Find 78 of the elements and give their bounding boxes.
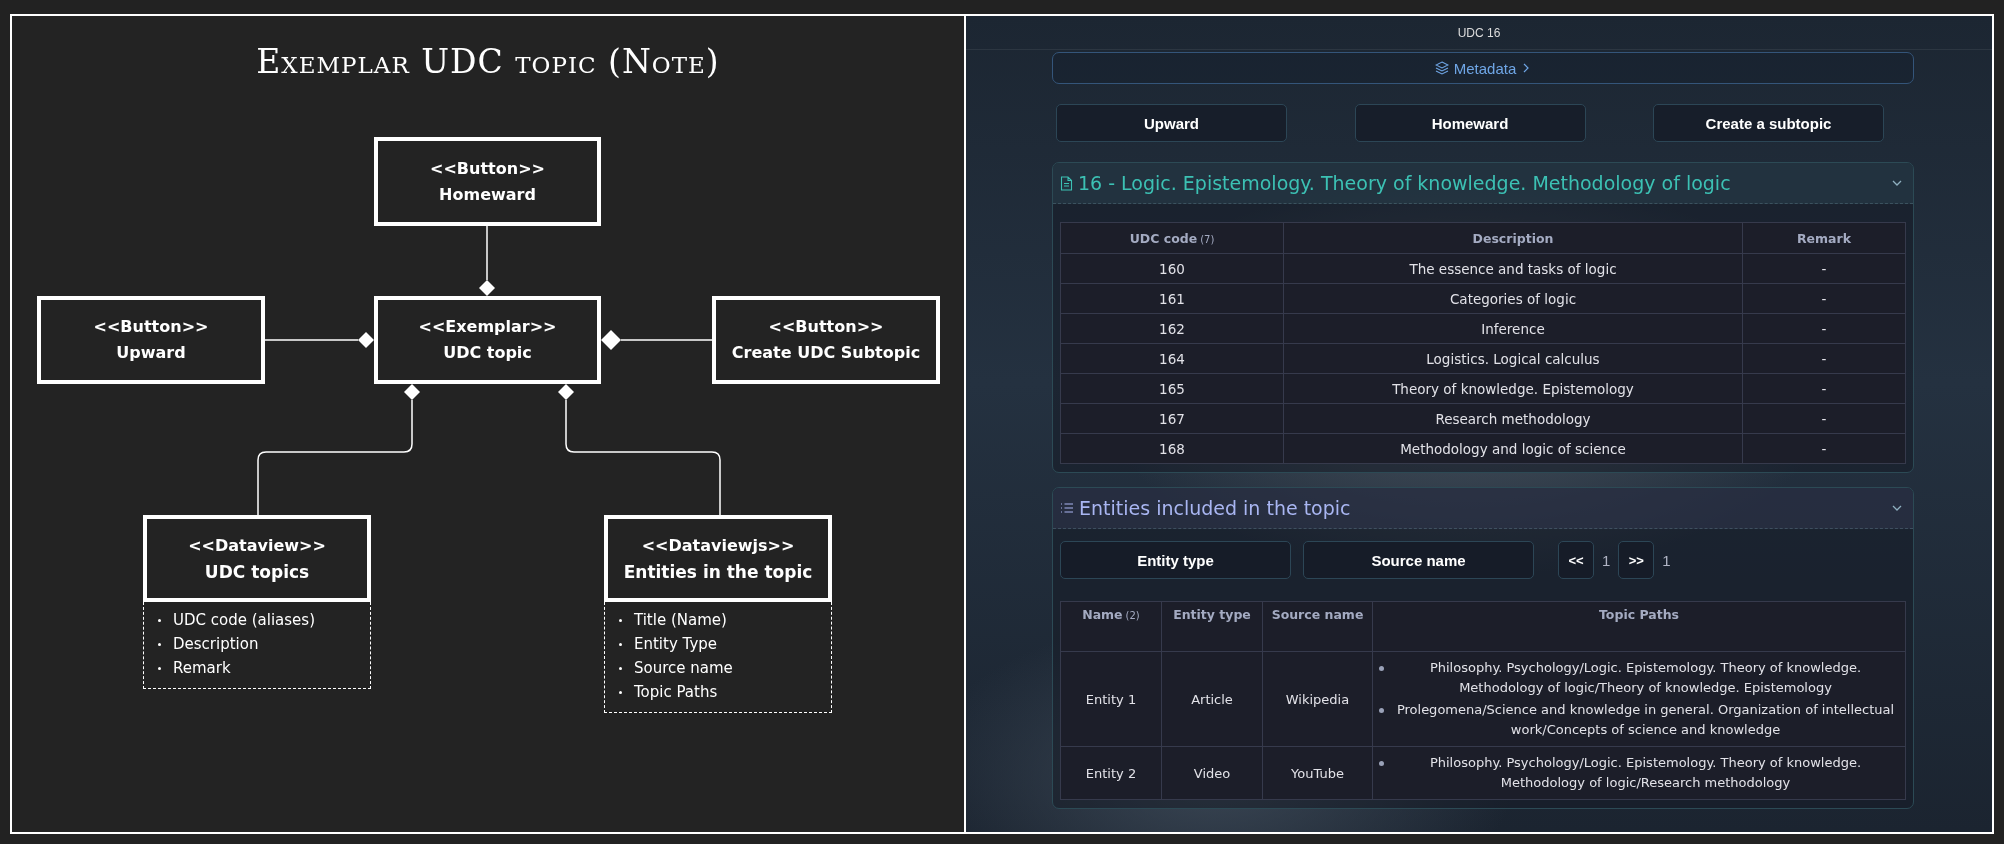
section-title: 16 - Logic. Epistemology. Theory of knowledge. Methodology of logic bbox=[1078, 172, 1732, 194]
table-cell: Video bbox=[1161, 746, 1263, 800]
note-title: UDC 16 bbox=[1457, 25, 1501, 40]
table-cell: 165 bbox=[1060, 373, 1284, 404]
table-cell: Logistics. Logical calculus bbox=[1283, 343, 1743, 374]
topic-path: Philosophy. Psychology/Logic. Epistemology. Theory of knowledge. Methodology of logic/Theory of knowledge. Epistemology bbox=[1428, 659, 1863, 697]
bullet-icon bbox=[619, 618, 622, 622]
column-header: UDC code (7) bbox=[1060, 222, 1284, 254]
column-header: Entity type bbox=[1161, 601, 1263, 652]
table-cell: - bbox=[1742, 433, 1906, 464]
column-header: Remark bbox=[1742, 222, 1906, 254]
column-header: Name (2) bbox=[1060, 601, 1162, 652]
section-title: Entities included in the topic bbox=[1079, 497, 1352, 519]
table-cell: - bbox=[1742, 403, 1906, 434]
table-cell: The essence and tasks of logic bbox=[1283, 253, 1743, 284]
bullet-icon bbox=[1379, 761, 1384, 766]
column-header: Description bbox=[1283, 222, 1743, 254]
field-name: Source name bbox=[634, 658, 733, 679]
bullet-icon bbox=[158, 666, 161, 670]
table-cell: Article bbox=[1161, 651, 1263, 747]
table-cell: - bbox=[1742, 343, 1906, 374]
table-cell: Theory of knowledge. Epistemology bbox=[1283, 373, 1743, 404]
bullet-icon bbox=[619, 642, 622, 646]
nav-button[interactable]: Homeward bbox=[1354, 104, 1586, 142]
field-name: Entity Type bbox=[634, 634, 717, 655]
field-name: Title (Name) bbox=[634, 610, 727, 631]
diagram-title: Exemplar UDC topic (Note) bbox=[256, 42, 720, 81]
nav-button[interactable]: Upward bbox=[1056, 104, 1287, 142]
field-name: Topic Paths bbox=[634, 682, 718, 703]
next-page-button[interactable]: >> bbox=[1618, 541, 1655, 579]
table-cell: 162 bbox=[1060, 313, 1284, 344]
table-cell: YouTube bbox=[1262, 746, 1373, 800]
bullet-icon bbox=[619, 666, 622, 670]
button-class-box: <<Button>> Homeward bbox=[374, 137, 601, 226]
dataview-class-box: <<Dataviewjs>> Entities in the topic bbox=[604, 515, 832, 602]
table-cell: - bbox=[1742, 313, 1906, 344]
column-header: Topic Paths bbox=[1372, 601, 1906, 652]
table-cell: 167 bbox=[1060, 403, 1284, 434]
table-cell: Categories of logic bbox=[1283, 283, 1743, 314]
exemplar-class-box: <<Exemplar>> UDC topic bbox=[374, 296, 601, 384]
table-cell: - bbox=[1742, 283, 1906, 314]
table-cell: 161 bbox=[1060, 283, 1284, 314]
table-cell: Entity 1 bbox=[1060, 651, 1162, 747]
table-cell: Research methodology bbox=[1283, 403, 1743, 434]
bullet-icon bbox=[158, 618, 161, 622]
button-class-box: <<Button>> Create UDC Subtopic bbox=[712, 296, 940, 384]
metadata-toggle[interactable]: Metadata bbox=[1052, 52, 1914, 84]
column-header: Source name bbox=[1262, 601, 1373, 652]
table-cell: 164 bbox=[1060, 343, 1284, 374]
filter-button[interactable]: Source name bbox=[1303, 541, 1534, 579]
table-cell: Methodology and logic of science bbox=[1283, 433, 1743, 464]
field-name: UDC code (aliases) bbox=[173, 610, 315, 631]
list-icon bbox=[1060, 502, 1074, 514]
table-cell: - bbox=[1742, 373, 1906, 404]
topic-path: Prolegomena/Science and knowledge in general. Organization of intellectual work/Concepts of science and knowledge bbox=[1395, 701, 1896, 739]
bullet-icon bbox=[1379, 708, 1384, 713]
table-cell: 160 bbox=[1060, 253, 1284, 284]
table-cell: - bbox=[1742, 253, 1906, 284]
page-total: 1 bbox=[1662, 551, 1671, 569]
filter-button[interactable]: Entity type bbox=[1060, 541, 1291, 579]
layers-icon bbox=[1434, 61, 1449, 75]
table-cell: Wikipedia bbox=[1262, 651, 1373, 747]
button-class-box: <<Button>> Upward bbox=[37, 296, 265, 384]
topic-path: Philosophy. Psychology/Logic. Epistemology. Theory of knowledge. Methodology of logic/Research methodology bbox=[1428, 754, 1863, 792]
bullet-icon bbox=[619, 690, 622, 694]
bullet-icon bbox=[1379, 666, 1384, 671]
composition-connector bbox=[479, 225, 495, 296]
bullet-icon bbox=[158, 642, 161, 646]
nav-button[interactable]: Create a subtopic bbox=[1653, 104, 1884, 142]
field-name: Remark bbox=[173, 658, 231, 679]
table-cell: 168 bbox=[1060, 433, 1284, 464]
previous-page-button[interactable]: << bbox=[1558, 541, 1594, 579]
dataview-class-box: <<Dataview>> UDC topics bbox=[143, 515, 371, 602]
table-cell: Inference bbox=[1283, 313, 1743, 344]
document-icon bbox=[1060, 175, 1073, 191]
page-number: 1 bbox=[1602, 551, 1611, 569]
table-cell: Entity 2 bbox=[1060, 746, 1162, 800]
field-name: Description bbox=[173, 634, 259, 655]
